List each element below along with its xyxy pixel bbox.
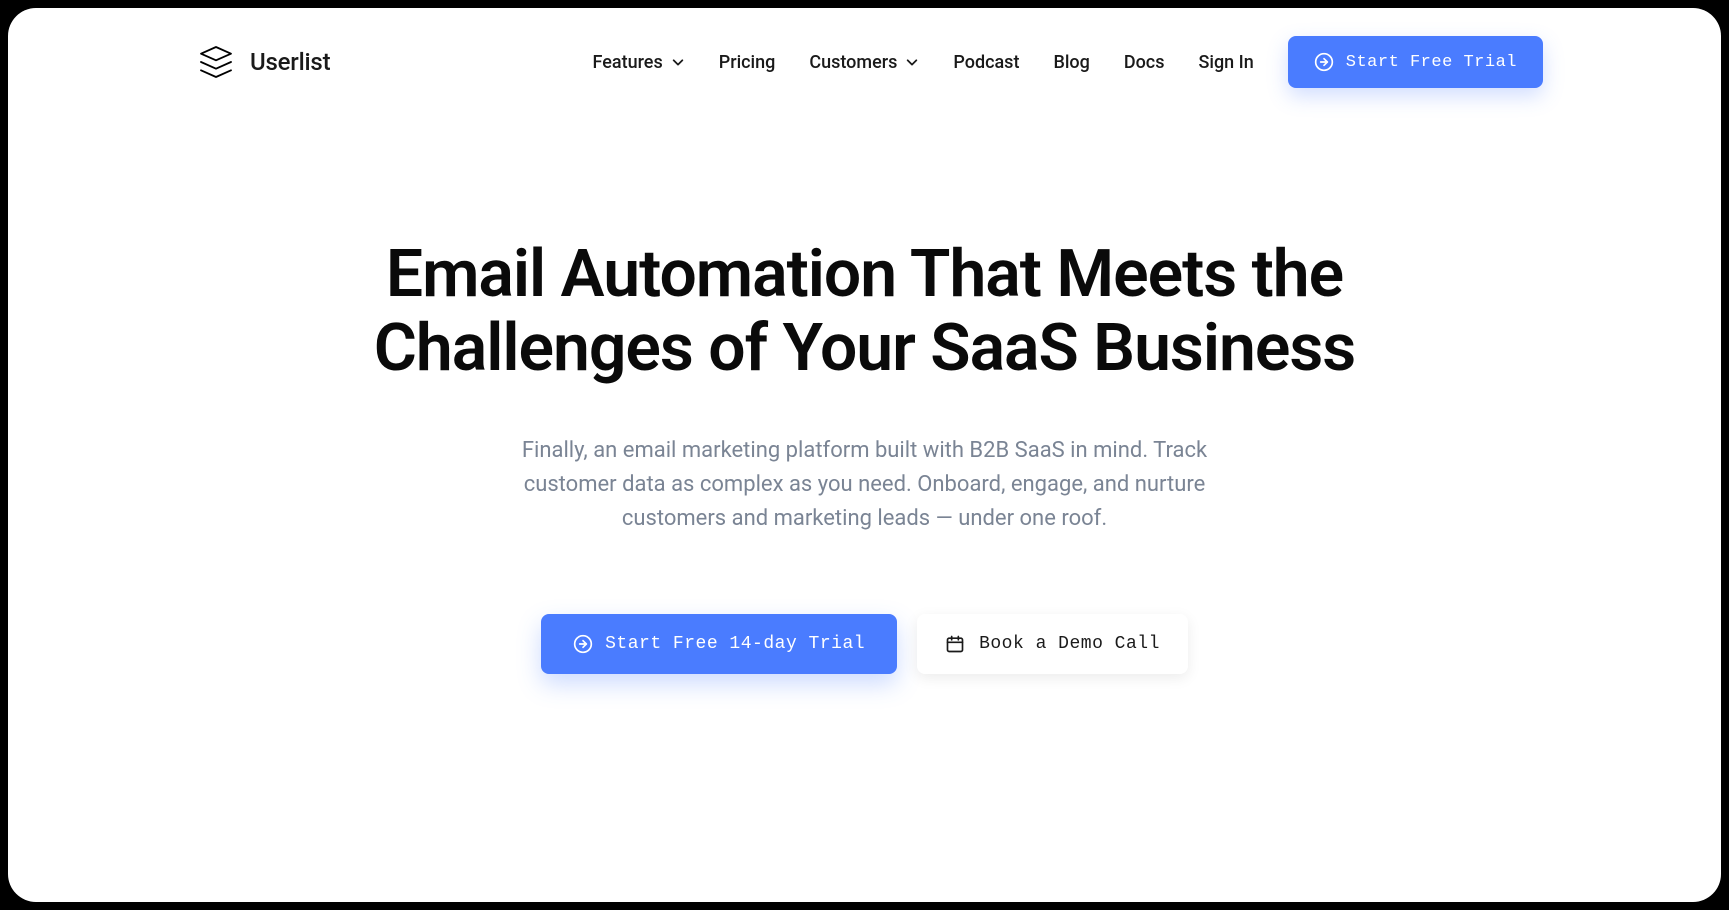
- nav-signin[interactable]: Sign In: [1198, 52, 1253, 73]
- nav-label: Sign In: [1198, 52, 1253, 73]
- nav-customers[interactable]: Customers: [809, 52, 919, 73]
- page-frame: Userlist Features Pricing Customers Podc…: [8, 8, 1721, 902]
- logo-group[interactable]: Userlist: [56, 42, 330, 82]
- calendar-icon: [945, 634, 965, 654]
- nav-label: Docs: [1124, 52, 1165, 73]
- nav-label: Podcast: [953, 52, 1019, 73]
- main-nav: Features Pricing Customers Podcast Blog …: [593, 36, 1673, 88]
- nav-blog[interactable]: Blog: [1053, 52, 1089, 73]
- nav-label: Customers: [809, 52, 897, 73]
- arrow-circle-icon: [1314, 52, 1334, 72]
- nav-podcast[interactable]: Podcast: [953, 52, 1019, 73]
- nav-pricing[interactable]: Pricing: [719, 52, 776, 73]
- site-header: Userlist Features Pricing Customers Podc…: [8, 8, 1721, 88]
- arrow-circle-icon: [573, 634, 593, 654]
- nav-label: Features: [593, 52, 663, 73]
- hero-headline: Email Automation That Meets the Challeng…: [365, 238, 1365, 386]
- button-label: Start Free 14-day Trial: [605, 634, 865, 654]
- nav-label: Pricing: [719, 52, 776, 73]
- cta-row: Start Free 14-day Trial Book a Demo Call: [8, 614, 1721, 674]
- hero-subtext: Finally, an email marketing platform bui…: [505, 434, 1225, 536]
- chevron-down-icon: [671, 55, 685, 69]
- button-label: Book a Demo Call: [979, 634, 1160, 654]
- start-trial-hero-button[interactable]: Start Free 14-day Trial: [541, 614, 897, 674]
- stack-icon: [196, 42, 236, 82]
- start-trial-button[interactable]: Start Free Trial: [1288, 36, 1543, 88]
- nav-docs[interactable]: Docs: [1124, 52, 1165, 73]
- button-label: Start Free Trial: [1346, 53, 1517, 72]
- hero-section: Email Automation That Meets the Challeng…: [8, 88, 1721, 674]
- chevron-down-icon: [905, 55, 919, 69]
- book-demo-button[interactable]: Book a Demo Call: [917, 614, 1188, 674]
- brand-name: Userlist: [250, 48, 330, 76]
- nav-label: Blog: [1053, 52, 1089, 73]
- nav-features[interactable]: Features: [593, 52, 685, 73]
